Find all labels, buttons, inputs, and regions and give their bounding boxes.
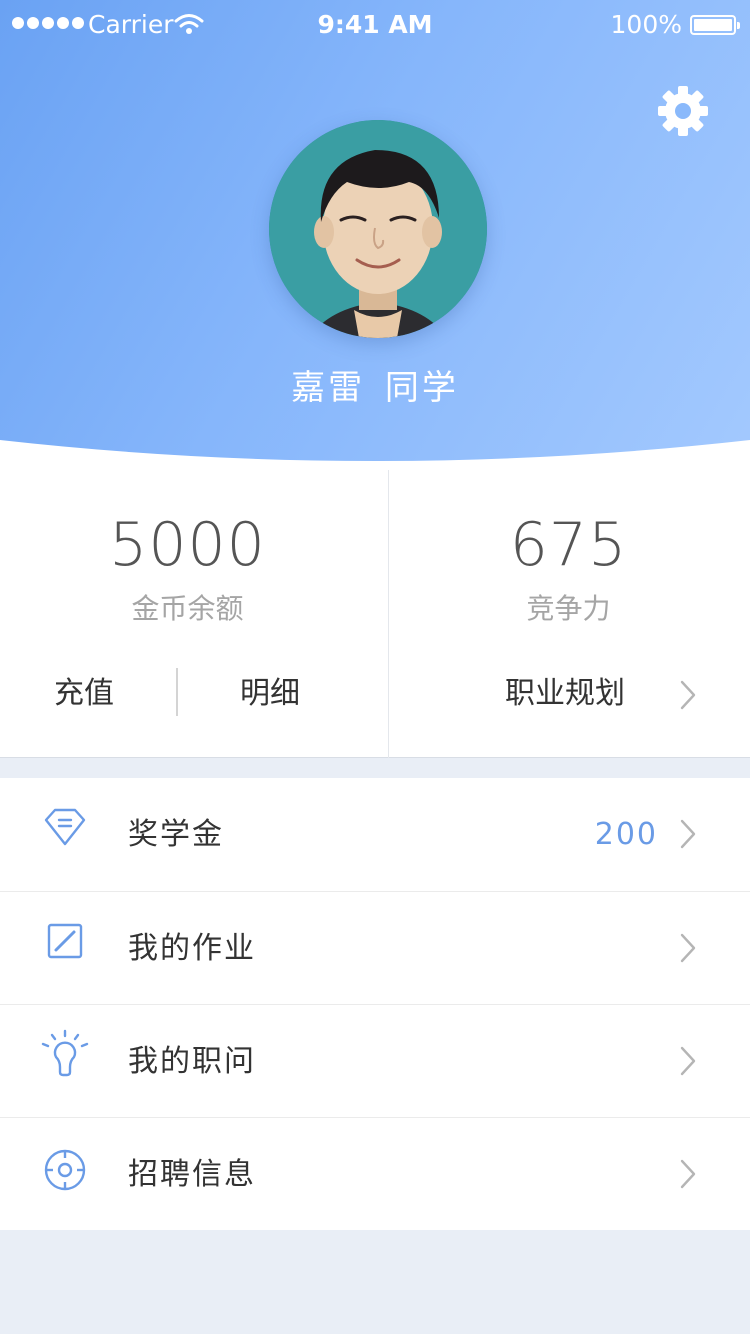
chevron-right-icon bbox=[680, 1159, 696, 1189]
coin-balance-label: 金币余额 bbox=[131, 592, 244, 625]
battery-percentage: 100% bbox=[610, 10, 682, 39]
menu-item-label: 我的职问 bbox=[128, 1044, 256, 1079]
recharge-button[interactable]: 充值 bbox=[54, 672, 114, 716]
menu-item-label: 奖学金 bbox=[128, 817, 224, 852]
menu-item-homework[interactable]: 我的作业 bbox=[0, 891, 750, 1004]
header-curve bbox=[0, 440, 750, 470]
chevron-right-icon bbox=[680, 1046, 696, 1076]
status-bar: Carrier 9:41 AM 100% bbox=[0, 0, 750, 50]
edit-square-icon bbox=[47, 923, 83, 959]
menu-item-label: 招聘信息 bbox=[128, 1157, 256, 1192]
menu-item-scholarship[interactable]: 奖学金 200 bbox=[0, 778, 750, 891]
coin-balance-value: 5000 bbox=[109, 510, 266, 580]
lightbulb-icon bbox=[41, 1029, 89, 1077]
chevron-right-icon bbox=[680, 819, 696, 849]
scholarship-value: 200 bbox=[594, 817, 658, 852]
career-plan-button[interactable]: 职业规划 bbox=[505, 672, 625, 716]
details-button[interactable]: 明细 bbox=[240, 672, 300, 716]
user-name: 嘉雷 同学 bbox=[291, 368, 459, 408]
avatar[interactable] bbox=[269, 120, 487, 338]
battery-icon bbox=[690, 15, 740, 35]
competitiveness-value: 675 bbox=[509, 510, 628, 580]
competitiveness-label: 竞争力 bbox=[526, 592, 611, 625]
menu-item-label: 我的作业 bbox=[128, 931, 256, 966]
stats-card: 5000 金币余额 675 竞争力 充值 明细 职业规划 bbox=[0, 470, 750, 758]
diamond-icon bbox=[44, 808, 86, 846]
menu-item-recruitment[interactable]: 招聘信息 bbox=[0, 1117, 750, 1230]
chevron-right-icon[interactable] bbox=[678, 679, 698, 711]
menu-item-career-qa[interactable]: 我的职问 bbox=[0, 1004, 750, 1117]
target-icon bbox=[44, 1149, 86, 1191]
gear-icon[interactable] bbox=[656, 84, 710, 138]
profile-header: Carrier 9:41 AM 100% 嘉雷 同学 bbox=[0, 0, 750, 470]
menu-list: 奖学金 200 我的作业 我的职问 招聘信息 bbox=[0, 778, 750, 1230]
action-divider bbox=[176, 668, 178, 716]
chevron-right-icon bbox=[680, 933, 696, 963]
